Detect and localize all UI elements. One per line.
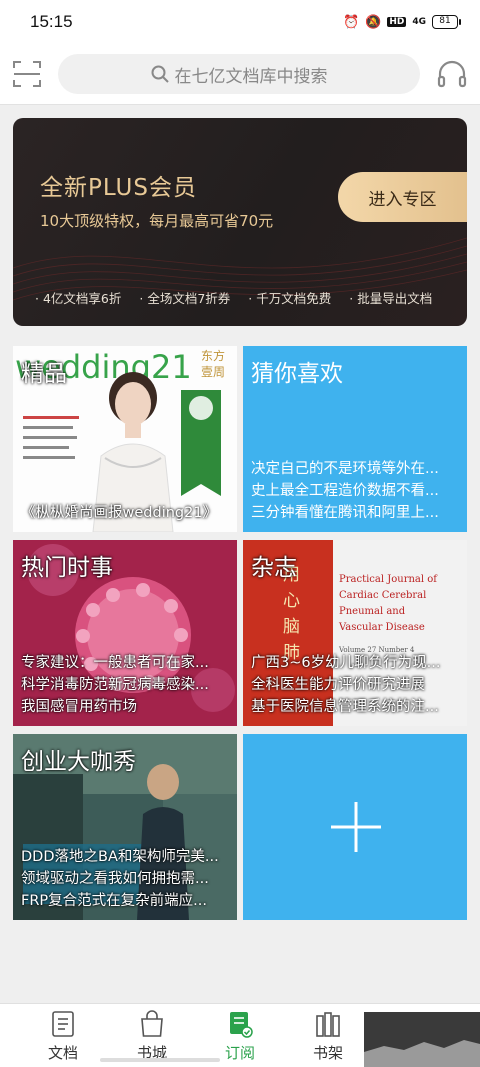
tile-line[interactable]: 专家建议：一般患者可在家...: [21, 652, 231, 674]
enter-zone-button[interactable]: 进入专区: [338, 172, 467, 222]
status-icons: ⏰ 🔕 HD 4G 81: [342, 14, 461, 30]
tile-lines: 广西3~6岁幼儿聊负行为现... 全科医生能力评价研究进展 基于医院信息管理系统…: [251, 652, 461, 718]
svg-text:心: 心: [283, 591, 300, 611]
svg-text:Cardiac Cerebral: Cardiac Cerebral: [339, 590, 426, 601]
plus-features: · 4亿文档享6折 · 全场文档7折券 · 千万文档免费 · 批量导出文档: [35, 288, 432, 307]
bookshelf-icon: [316, 1012, 340, 1037]
battery-icon: 81: [432, 15, 461, 29]
tile-title: 精品: [21, 361, 67, 387]
tile-lines: 《枞枞婚尚画报wedding21》: [21, 502, 231, 524]
tile-hot-news[interactable]: 热门时事 专家建议：一般患者可在家... 科学消毒防范新冠病毒感染... 我国感…: [13, 540, 237, 726]
top-divider: [0, 104, 480, 105]
headset-icon[interactable]: [436, 58, 468, 90]
top-bar: 在七亿文档库中搜索: [0, 44, 480, 104]
tile-line[interactable]: 科学消毒防范新冠病毒感染...: [21, 674, 231, 696]
tile-lines: DDD落地之BA和架构师完美... 领域驱动之看我如何拥抱需... FRP复合范…: [21, 846, 231, 912]
tile-lines: 专家建议：一般患者可在家... 科学消毒防范新冠病毒感染... 我国感冒用药市场: [21, 652, 231, 718]
tile-title: 创业大咖秀: [21, 749, 136, 775]
floating-thumbnail[interactable]: [364, 1012, 480, 1067]
shopping-bag-icon: [141, 1010, 163, 1037]
tile-featured[interactable]: wedding21 东方 壹周 精品 《枞枞婚尚画报wedding21》: [13, 346, 237, 532]
tile-title: 热门时事: [21, 555, 113, 581]
add-subscription-button[interactable]: [243, 734, 467, 920]
tile-line[interactable]: 决定自己的不是环境等外在...: [251, 458, 461, 480]
tile-line[interactable]: 三分钟看懂在腾讯和阿里上...: [251, 502, 461, 524]
tab-documents[interactable]: 文档: [33, 1010, 93, 1063]
svg-text:东方: 东方: [201, 348, 225, 363]
tile-line[interactable]: 全科医生能力评价研究进展: [251, 674, 461, 696]
plus-feature: · 全场文档7折券: [139, 291, 231, 306]
tab-label: 文档: [47, 1044, 78, 1062]
tile-line[interactable]: 史上最全工程造价数据不看...: [251, 480, 461, 502]
tile-line[interactable]: DDD落地之BA和架构师完美...: [21, 846, 231, 868]
search-icon: [151, 65, 169, 83]
plus-feature: · 4亿文档享6折: [35, 291, 122, 306]
tab-bookstore[interactable]: 书城: [122, 1010, 182, 1063]
subscription-icon: [230, 1012, 253, 1038]
tile-title: 猜你喜欢: [251, 361, 343, 387]
status-time: 15:15: [30, 12, 73, 31]
tile-entrepreneur[interactable]: 创业大咖秀 DDD落地之BA和架构师完美... 领域驱动之看我如何拥抱需... …: [13, 734, 237, 920]
tab-bookshelf[interactable]: 书架: [298, 1010, 358, 1063]
tile-lines: 决定自己的不是环境等外在... 史上最全工程造价数据不看... 三分钟看懂在腾讯…: [251, 458, 461, 524]
tab-subscription[interactable]: 订阅: [210, 1010, 270, 1063]
tile-line[interactable]: 广西3~6岁幼儿聊负行为现...: [251, 652, 461, 674]
plus-subtitle: 10大顶级特权，每月最高可省70元: [40, 212, 274, 230]
plus-member-banner[interactable]: 全新PLUS会员 10大顶级特权，每月最高可省70元 进入专区 · 4亿文档享6…: [13, 118, 467, 326]
tile-line[interactable]: 基于医院信息管理系统的注...: [251, 696, 461, 718]
plus-feature: · 千万文档免费: [248, 291, 332, 306]
tile-title: 杂志: [251, 555, 297, 581]
mute-icon: 🔕: [365, 14, 382, 30]
svg-text:Pneumal and: Pneumal and: [339, 606, 406, 617]
svg-text:Vascular Disease: Vascular Disease: [338, 622, 425, 633]
tile-line[interactable]: FRP复合范式在复杂前端应...: [21, 890, 231, 912]
tab-label: 订阅: [224, 1044, 255, 1062]
plus-feature: · 批量导出文档: [349, 291, 433, 306]
status-bar: 15:15 ⏰ 🔕 HD 4G 81: [0, 0, 480, 44]
hd-icon: HD: [387, 17, 407, 27]
mountain-thumbnail: [364, 1012, 480, 1067]
svg-text:Practical Journal of: Practical Journal of: [339, 574, 438, 585]
svg-text:壹周: 壹周: [201, 365, 225, 379]
tile-magazine[interactable]: 用 心 脑 肺 Practical Journal of Cardiac Cer…: [243, 540, 467, 726]
tile-line[interactable]: 领域驱动之看我如何拥抱需...: [21, 868, 231, 890]
tab-label: 书架: [312, 1044, 343, 1062]
tile-line[interactable]: 我国感冒用药市场: [21, 696, 231, 718]
tile-line[interactable]: 《枞枞婚尚画报wedding21》: [21, 502, 231, 524]
svg-text:脑: 脑: [283, 617, 300, 637]
plus-title: 全新PLUS会员: [40, 175, 197, 201]
scan-icon[interactable]: [12, 59, 42, 89]
plus-icon: [331, 802, 381, 852]
search-input[interactable]: 在七亿文档库中搜索: [58, 54, 420, 94]
signal-icon: 4G: [412, 17, 426, 27]
search-placeholder: 在七亿文档库中搜索: [174, 66, 328, 87]
alarm-icon: ⏰: [342, 14, 360, 30]
gesture-bar: [100, 1058, 220, 1062]
tile-recommended[interactable]: 猜你喜欢 决定自己的不是环境等外在... 史上最全工程造价数据不看... 三分钟…: [243, 346, 467, 532]
document-icon: [52, 1011, 74, 1037]
